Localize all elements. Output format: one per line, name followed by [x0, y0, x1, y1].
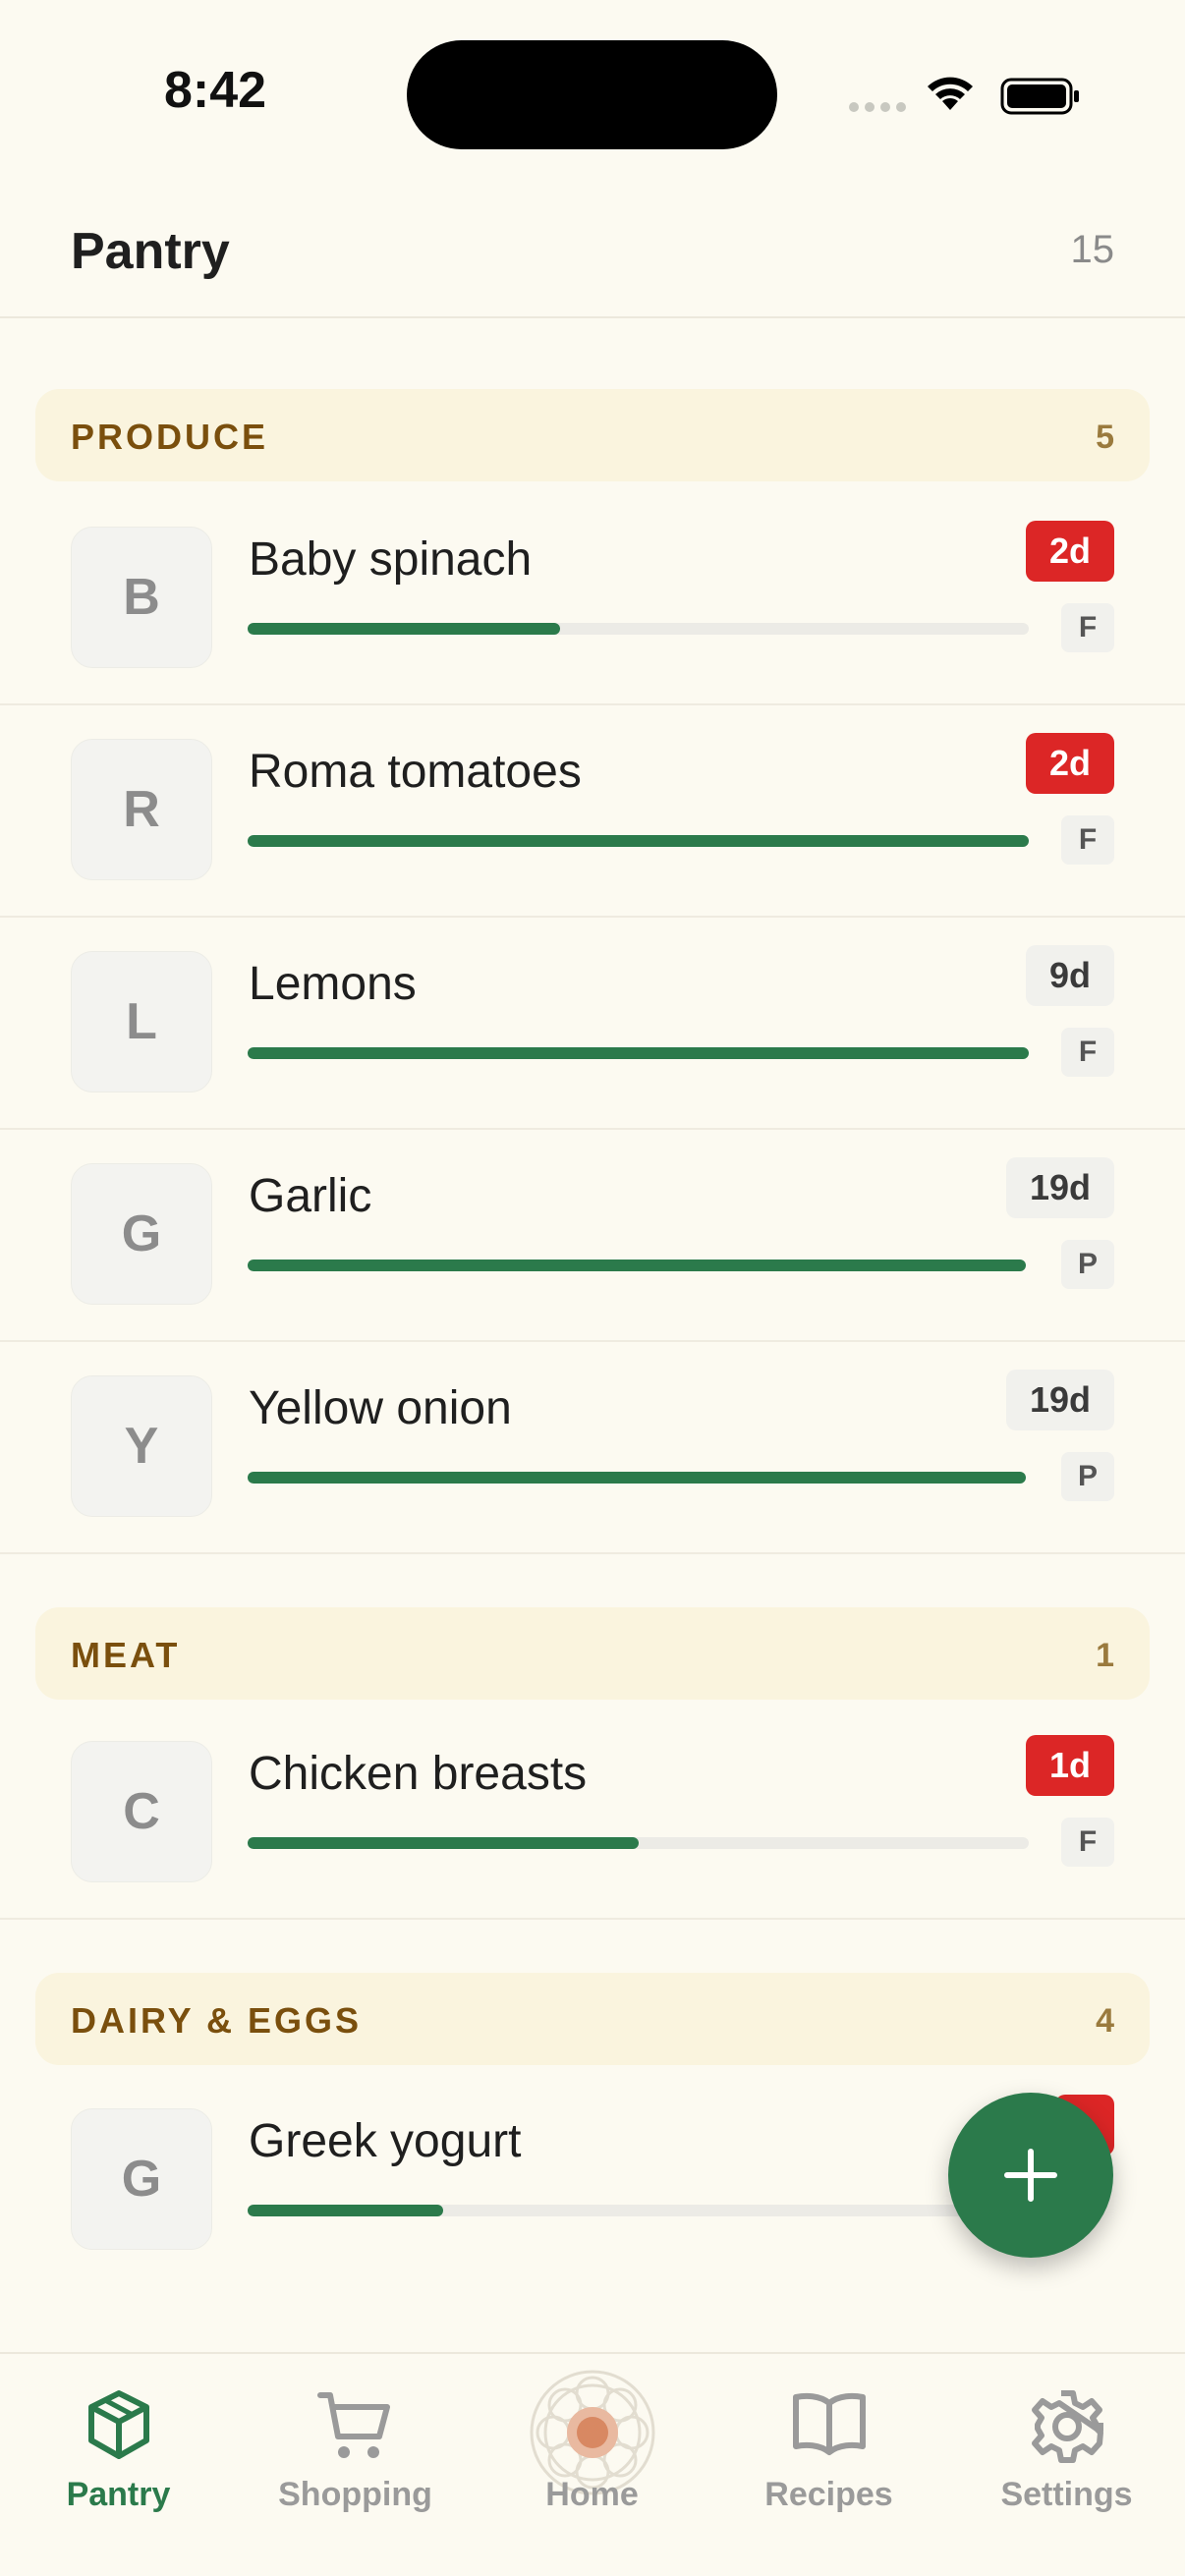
item-name: Chicken breasts — [249, 1748, 588, 1800]
pantry-list[interactable]: PRODUCE 5 B Baby spinach 2d F R Roma tom… — [0, 318, 1185, 2352]
section-header-dairy-eggs[interactable]: DAIRY & EGGS 4 — [35, 1973, 1150, 2065]
tab-settings[interactable]: Settings — [948, 2354, 1185, 2576]
location-badge: P — [1061, 1452, 1114, 1501]
quantity-bar-fill — [248, 1047, 1029, 1059]
plus-icon — [1004, 2149, 1057, 2202]
section-count: 5 — [1096, 419, 1114, 456]
quantity-bar-fill — [248, 1472, 1026, 1484]
quantity-bar — [248, 1837, 1029, 1849]
tab-home[interactable]: Home — [474, 2354, 710, 2576]
expiry-badge: 19d — [1005, 1157, 1114, 1218]
quantity-bar-fill — [248, 623, 560, 635]
section-count: 4 — [1096, 2002, 1114, 2040]
location-badge: F — [1061, 603, 1114, 652]
section-header-meat[interactable]: MEAT 1 — [35, 1607, 1150, 1700]
quantity-bar-fill — [248, 1837, 639, 1849]
item-name: Yellow onion — [249, 1382, 512, 1434]
add-item-button[interactable] — [948, 2093, 1113, 2258]
item-avatar: Y — [71, 1375, 212, 1517]
tab-label: Recipes — [764, 2476, 893, 2513]
expiry-badge: 9d — [1025, 945, 1114, 1006]
page-header: Pantry 15 — [0, 187, 1185, 318]
quantity-bar — [248, 2205, 1029, 2216]
list-item[interactable]: L Lemons 9d F — [0, 918, 1185, 1130]
tab-bar: Pantry Shopping Home Recipes Settings — [0, 2352, 1185, 2576]
quantity-bar — [248, 835, 1029, 847]
tab-recipes[interactable]: Recipes — [710, 2354, 947, 2576]
box-icon — [87, 2390, 149, 2459]
item-avatar: B — [71, 527, 212, 668]
quantity-bar-fill — [248, 2205, 443, 2216]
item-name: Baby spinach — [249, 533, 533, 586]
item-name: Garlic — [249, 1170, 372, 1222]
list-item[interactable]: B Baby spinach 2d F — [0, 493, 1185, 705]
quantity-bar-fill — [248, 1260, 1026, 1271]
tab-label: Pantry — [66, 2476, 171, 2513]
page-title: Pantry — [71, 223, 230, 280]
location-badge: F — [1061, 1818, 1114, 1867]
item-avatar: G — [71, 1163, 212, 1305]
location-badge: F — [1061, 1028, 1114, 1077]
total-item-count: 15 — [1070, 228, 1115, 271]
section-name: DAIRY & EGGS — [71, 2000, 363, 2041]
section-name: PRODUCE — [71, 417, 269, 457]
item-avatar: G — [71, 2108, 212, 2250]
expiry-badge: 19d — [1005, 1370, 1114, 1430]
dynamic-island — [407, 40, 777, 149]
list-item[interactable]: Y Yellow onion 19d P — [0, 1342, 1185, 1554]
expiry-badge: 2d — [1025, 521, 1114, 582]
quantity-bar — [248, 1472, 1026, 1484]
wifi-icon — [928, 77, 973, 110]
expiry-badge: 1d — [1025, 1735, 1114, 1796]
item-avatar: L — [71, 951, 212, 1092]
quantity-bar — [248, 1260, 1026, 1271]
quantity-bar-fill — [248, 835, 1029, 847]
battery-icon — [1000, 78, 1079, 115]
tab-shopping[interactable]: Shopping — [237, 2354, 474, 2576]
section-header-produce[interactable]: PRODUCE 5 — [35, 389, 1150, 481]
tab-label: Shopping — [278, 2476, 432, 2513]
item-name: Lemons — [249, 958, 417, 1010]
location-badge: F — [1061, 815, 1114, 865]
list-item[interactable]: G Garlic 19d P — [0, 1130, 1185, 1342]
cellular-signal-icon — [849, 102, 906, 112]
list-item[interactable]: C Chicken breasts 1d F — [0, 1708, 1185, 1920]
tab-pantry[interactable]: Pantry — [0, 2354, 237, 2576]
item-avatar: C — [71, 1741, 212, 1882]
tab-label: Home — [545, 2476, 639, 2513]
item-avatar: R — [71, 739, 212, 880]
cart-icon — [316, 2392, 390, 2458]
quantity-bar — [248, 1047, 1029, 1059]
tab-label: Settings — [1000, 2476, 1133, 2513]
item-name: Greek yogurt — [249, 2115, 522, 2167]
status-time: 8:42 — [164, 62, 267, 119]
section-name: MEAT — [71, 1635, 181, 1675]
book-icon — [792, 2392, 866, 2455]
gear-icon — [1031, 2390, 1103, 2463]
status-bar: 8:42 — [0, 0, 1185, 187]
list-item[interactable]: R Roma tomatoes 2d F — [0, 705, 1185, 918]
section-count: 1 — [1096, 1637, 1114, 1674]
location-badge: P — [1061, 1240, 1114, 1289]
item-name: Roma tomatoes — [249, 746, 582, 798]
quantity-bar — [248, 623, 1029, 635]
expiry-badge: 2d — [1025, 733, 1114, 794]
